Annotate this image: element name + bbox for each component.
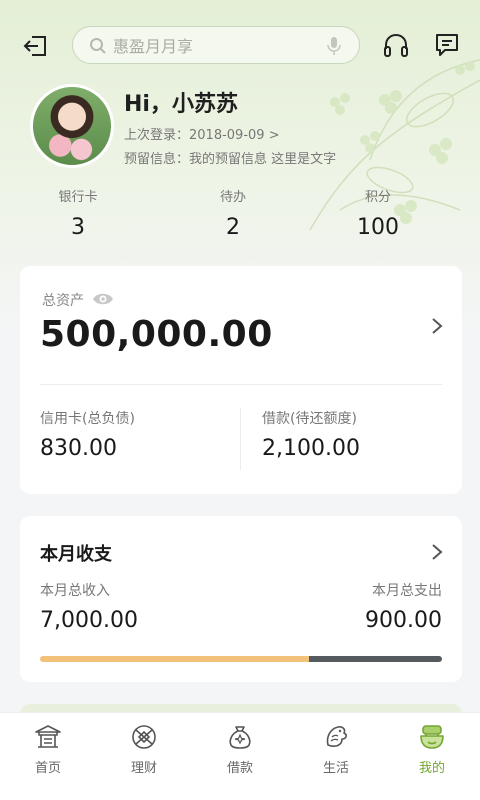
search-bar[interactable] <box>72 26 360 64</box>
finance-ball-icon <box>132 725 156 749</box>
reserved-info-value: 我的预留信息 这里是文字 <box>189 152 337 167</box>
stat-todo[interactable]: 待办 2 <box>183 186 283 240</box>
vertical-divider <box>240 408 241 470</box>
reserved-info: 预留信息：我的预留信息 这里是文字 <box>124 148 336 167</box>
total-assets-label: 总资产 <box>42 293 84 309</box>
divider <box>40 384 442 385</box>
exit-icon[interactable] <box>22 32 50 60</box>
stat-label: 积分 <box>364 190 391 205</box>
assets-card[interactable]: 总资产 500,000.00 信用卡(总负债) 830.00 借款(待还额度) … <box>20 266 462 494</box>
expense-bar <box>309 656 442 662</box>
stat-points[interactable]: 积分 100 <box>328 186 428 240</box>
tab-label: 我的 <box>418 761 445 776</box>
stat-label: 银行卡 <box>58 190 98 205</box>
chevron-right-icon[interactable] <box>430 316 444 336</box>
stat-value: 100 <box>357 215 399 240</box>
stat-label: 待办 <box>219 190 246 205</box>
tab-label: 理财 <box>130 761 157 776</box>
expense-value: 900.00 <box>365 608 442 633</box>
avatar[interactable] <box>30 84 114 168</box>
message-icon[interactable] <box>434 32 460 58</box>
tab-loan[interactable]: 借款 <box>192 723 288 776</box>
life-fish-icon <box>326 726 347 747</box>
tab-label: 生活 <box>322 761 349 776</box>
search-icon <box>90 38 106 54</box>
monthly-title: 本月收支 <box>40 544 112 565</box>
credit-card-value[interactable]: 830.00 <box>40 436 117 461</box>
total-assets-value: 500,000.00 <box>40 314 273 355</box>
stat-value: 2 <box>226 215 240 240</box>
stats-row: 银行卡 3 待办 2 积分 100 <box>0 186 480 250</box>
tab-label: 借款 <box>226 761 253 776</box>
tab-label: 首页 <box>34 761 61 776</box>
monthly-card[interactable]: 本月收支 本月总收入 7,000.00 本月总支出 900.00 <box>20 516 462 682</box>
income-expense-bar <box>40 656 442 662</box>
stat-value: 3 <box>71 215 85 240</box>
reserved-info-label: 预留信息： <box>124 152 190 167</box>
credit-card-label: 信用卡(总负债) <box>40 411 135 427</box>
bottom-tab-bar: 首页 理财 借款 生活 我的 <box>0 712 480 800</box>
income-value: 7,000.00 <box>40 608 138 633</box>
money-bag-icon <box>229 726 251 749</box>
tab-home[interactable]: 首页 <box>0 723 96 776</box>
eye-icon[interactable] <box>92 291 114 307</box>
top-bar <box>0 24 480 68</box>
microphone-icon[interactable] <box>327 36 341 56</box>
search-input[interactable] <box>113 33 313 59</box>
stat-bank-cards[interactable]: 银行卡 3 <box>28 186 128 240</box>
tab-finance[interactable]: 理财 <box>96 723 192 776</box>
chevron-right-icon[interactable] <box>430 542 444 562</box>
home-pavilion-icon <box>35 725 61 748</box>
income-label: 本月总收入 <box>40 583 110 599</box>
last-login[interactable]: 上次登录：2018-09-09 > <box>124 124 280 143</box>
expense-label: 本月总支出 <box>372 583 442 599</box>
tab-mine[interactable]: 我的 <box>384 723 480 776</box>
last-login-value: 2018-09-09 > <box>189 128 280 143</box>
loan-value[interactable]: 2,100.00 <box>262 436 360 461</box>
greeting: Hi，小苏苏 <box>124 92 238 117</box>
last-login-label: 上次登录： <box>124 128 190 143</box>
loan-label: 借款(待还额度) <box>262 411 357 427</box>
tab-life[interactable]: 生活 <box>288 723 384 776</box>
headset-icon[interactable] <box>382 32 410 60</box>
profile-pot-icon <box>420 725 444 749</box>
income-bar <box>40 656 310 662</box>
